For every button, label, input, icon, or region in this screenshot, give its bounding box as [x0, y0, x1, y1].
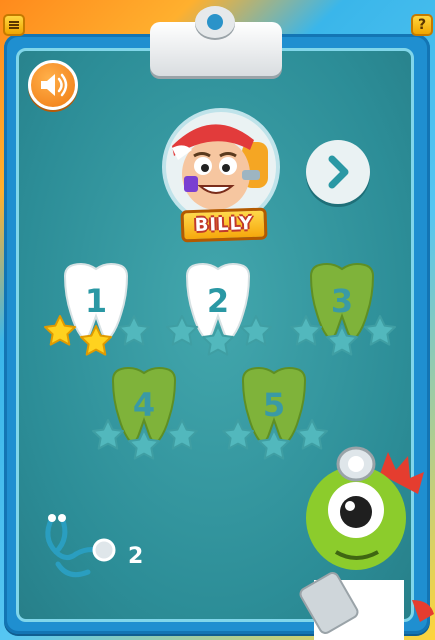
chevron-right-icon	[328, 155, 349, 189]
star-empty-icon	[364, 315, 396, 346]
star-empty-icon	[326, 325, 358, 356]
star-empty-icon	[92, 419, 124, 450]
menu-button[interactable]	[3, 14, 25, 36]
star-empty-icon	[290, 315, 322, 346]
star-empty-icon	[128, 429, 160, 460]
level-1-button[interactable]: 1	[44, 262, 150, 356]
speaker-icon	[41, 73, 68, 97]
help-button[interactable]: ?	[411, 14, 433, 36]
next-patient-button[interactable]	[306, 140, 370, 204]
patient-name-badge: BILLY	[180, 207, 268, 243]
star-empty-icon	[166, 315, 198, 346]
tool-count: 2	[128, 544, 144, 569]
sound-button[interactable]	[28, 60, 78, 110]
level-3-button[interactable]: 3	[290, 262, 396, 356]
star-earned-icon	[44, 315, 76, 346]
star-empty-icon	[222, 419, 254, 450]
level-2-button[interactable]: 2	[166, 262, 272, 356]
star-empty-icon	[258, 429, 290, 460]
dentist-monster-mascot	[299, 446, 434, 640]
star-empty-icon	[166, 419, 198, 450]
level-5-button[interactable]: 5	[222, 366, 328, 460]
stethoscope-icon	[45, 514, 116, 578]
clipboard-ring	[195, 6, 235, 38]
menu-icon	[9, 21, 19, 29]
patient-portrait	[172, 124, 268, 210]
star-empty-icon	[118, 315, 150, 346]
star-earned-icon	[80, 325, 112, 356]
star-empty-icon	[202, 325, 234, 356]
level-4-button[interactable]: 4	[92, 366, 198, 460]
star-empty-icon	[240, 315, 272, 346]
help-label: ?	[417, 17, 427, 33]
